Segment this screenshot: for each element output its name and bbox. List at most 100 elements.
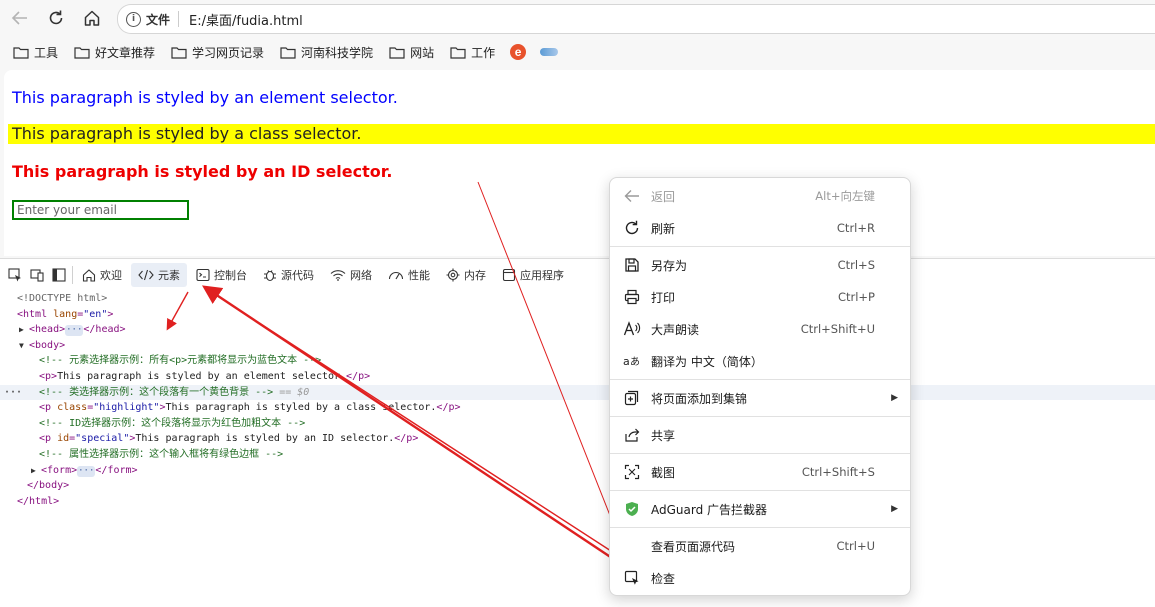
html-tag: <html [17, 308, 48, 320]
home-button[interactable] [79, 6, 105, 30]
bookmark-folder-college[interactable]: 河南科技学院 [275, 40, 378, 64]
bookmark-folder-tools[interactable]: 工具 [8, 40, 63, 64]
adguard-shield-icon [626, 502, 638, 516]
bookmark-folder-articles[interactable]: 好文章推荐 [69, 40, 160, 64]
dom-line-p3[interactable]: <p id="special">This paragraph is styled… [0, 431, 1155, 447]
menu-label: 另存为 [651, 258, 688, 273]
tab-welcome[interactable]: 欢迎 [75, 263, 129, 287]
p-close-tag: </p> [436, 402, 461, 414]
expand-triangle-icon[interactable]: ▶ [31, 463, 41, 479]
menu-label: 大声朗读 [651, 322, 700, 337]
menu-item-screenshot[interactable]: 截图 Ctrl+Shift+S [610, 457, 910, 487]
email-input[interactable]: Enter your email [12, 200, 189, 220]
dock-side-icon[interactable] [52, 268, 66, 282]
bookmark-site-logo-icon[interactable] [540, 48, 559, 56]
bookmark-label: 工具 [34, 45, 59, 60]
id-selector-paragraph: This paragraph is styled by an ID select… [12, 162, 393, 181]
dom-line-comment-1[interactable]: <!-- 元素选择器示例：所有<p>元素都将显示为蓝色文本 --> [0, 353, 1155, 369]
menu-item-translate[interactable]: aあ 翻译为 中文（简体） [610, 346, 910, 376]
menu-shortcut: Ctrl+U [836, 539, 875, 553]
form-open-tag: <form> [41, 464, 78, 476]
menu-shortcut: Ctrl+R [836, 221, 875, 235]
read-aloud-icon [623, 321, 641, 336]
info-icon[interactable]: i [126, 11, 141, 27]
tab-network[interactable]: 网络 [323, 263, 379, 287]
menu-item-print[interactable]: 打印 Ctrl+P [610, 282, 910, 312]
tab-sources[interactable]: 源代码 [256, 263, 321, 287]
tab-application[interactable]: 应用程序 [495, 263, 571, 287]
comment-text: <!-- 元素选择器示例：所有<p>元素都将显示为蓝色文本 --> [39, 355, 322, 367]
tab-label: 应用程序 [520, 269, 564, 282]
tab-elements[interactable]: 元素 [131, 263, 187, 287]
menu-label: AdGuard 广告拦截器 [651, 502, 768, 517]
dom-line-p1[interactable]: <p>This paragraph is styled by an elemen… [0, 369, 1155, 385]
menu-item-inspect[interactable]: 检查 [610, 563, 910, 593]
dom-line-comment-4[interactable]: <!-- 属性选择器示例：这个输入框将有绿色边框 --> [0, 447, 1155, 463]
inspect-element-icon[interactable] [8, 268, 22, 282]
dom-tree: <!DOCTYPE html> <html lang="en"> ▶ <head>… [0, 291, 1155, 607]
dom-line-body-close[interactable]: </body> [0, 478, 1155, 494]
menu-item-refresh[interactable]: 刷新 Ctrl+R [610, 213, 910, 243]
bookmark-label: 工作 [471, 45, 496, 60]
p-close-tag: </p> [394, 433, 419, 445]
tab-label: 控制台 [214, 269, 247, 282]
folder-icon [450, 46, 466, 59]
dom-line-comment-2-selected[interactable]: ··· <!-- 类选择器示例：这个段落有一个黄色背景 --> == $0 [0, 384, 1155, 401]
url-text[interactable]: E:/桌面/fudia.html [189, 10, 303, 29]
tab-label: 元素 [158, 269, 180, 282]
menu-item-add-to-collection[interactable]: 将页面添加到集锦 ▶ [610, 383, 910, 413]
dom-line-html-close[interactable]: </html> [0, 494, 1155, 510]
menu-item-back[interactable]: 返回 Alt+向左键 [610, 181, 910, 211]
id-attr: id [57, 433, 70, 445]
p-text: This paragraph is styled by an ID select… [135, 433, 395, 445]
menu-separator [610, 416, 910, 417]
menu-item-adguard[interactable]: AdGuard 广告拦截器 ▶ [610, 494, 910, 524]
dom-line-form[interactable]: ▶ <form>···</form> [0, 463, 1155, 479]
gauge-icon [388, 271, 404, 280]
tab-label: 内存 [464, 269, 486, 282]
selected-node-ref: == $0 [279, 386, 310, 398]
dom-line-head[interactable]: ▶ <head>···</head> [0, 322, 1155, 338]
dom-line-p2[interactable]: <p class="highlight">This paragraph is s… [0, 400, 1155, 416]
dom-line-comment-3[interactable]: <!-- ID选择器示例：这个段落将显示为红色加粗文本 --> [0, 416, 1155, 432]
refresh-button[interactable] [43, 6, 69, 30]
comment-text: <!-- 类选择器示例：这个段落有一个黄色背景 --> [39, 386, 274, 398]
bookmark-folder-sites[interactable]: 网站 [384, 40, 439, 64]
tab-memory[interactable]: 内存 [439, 263, 493, 287]
menu-item-view-source[interactable]: 查看页面源代码 Ctrl+U [610, 531, 910, 561]
save-icon [625, 258, 639, 272]
device-emulation-icon[interactable] [30, 268, 44, 282]
folder-icon [280, 46, 296, 59]
more-dots-icon[interactable]: ··· [4, 385, 22, 401]
p-close-tag: </p> [346, 370, 371, 382]
dom-line-body[interactable]: ▼ <body> [0, 338, 1155, 354]
address-bar[interactable]: i 文件 E:/桌面/fudia.html [117, 4, 1155, 34]
ellipsis-badge[interactable]: ··· [65, 325, 84, 337]
p-open-tag: <p [39, 433, 52, 445]
folder-icon [74, 46, 90, 59]
lang-value: "en" [83, 308, 108, 320]
ellipsis-badge[interactable]: ··· [77, 465, 96, 477]
menu-item-save-as[interactable]: 另存为 Ctrl+S [610, 250, 910, 280]
bookmark-folder-study[interactable]: 学习网页记录 [166, 40, 269, 64]
doctype-text: <!DOCTYPE html> [17, 293, 108, 304]
dom-line-doctype[interactable]: <!DOCTYPE html> [0, 291, 1155, 307]
back-button[interactable] [7, 6, 33, 30]
tab-console[interactable]: 控制台 [189, 263, 254, 287]
menu-item-read-aloud[interactable]: 大声朗读 Ctrl+Shift+U [610, 314, 910, 344]
tab-performance[interactable]: 性能 [381, 263, 437, 287]
class-attr: class [57, 402, 88, 414]
html-close-tag: </html> [17, 495, 60, 507]
devtools-panel: 欢迎 元素 控制台 源代码 网络 性能 内存 应用程序 <!DOCTYPE ht… [0, 258, 1155, 607]
folder-icon [171, 46, 187, 59]
bookmark-e-logo-icon[interactable]: e [510, 44, 527, 60]
menu-item-share[interactable]: 共享 [610, 420, 910, 450]
code-icon [138, 269, 154, 281]
collapse-triangle-icon[interactable]: ▼ [19, 338, 29, 354]
p-open-tag: <p [39, 402, 52, 414]
dom-line-html[interactable]: <html lang="en"> [0, 307, 1155, 323]
tab-label: 性能 [408, 269, 430, 282]
folder-icon [13, 46, 29, 59]
expand-triangle-icon[interactable]: ▶ [19, 322, 29, 338]
bookmark-folder-work[interactable]: 工作 [445, 40, 500, 64]
